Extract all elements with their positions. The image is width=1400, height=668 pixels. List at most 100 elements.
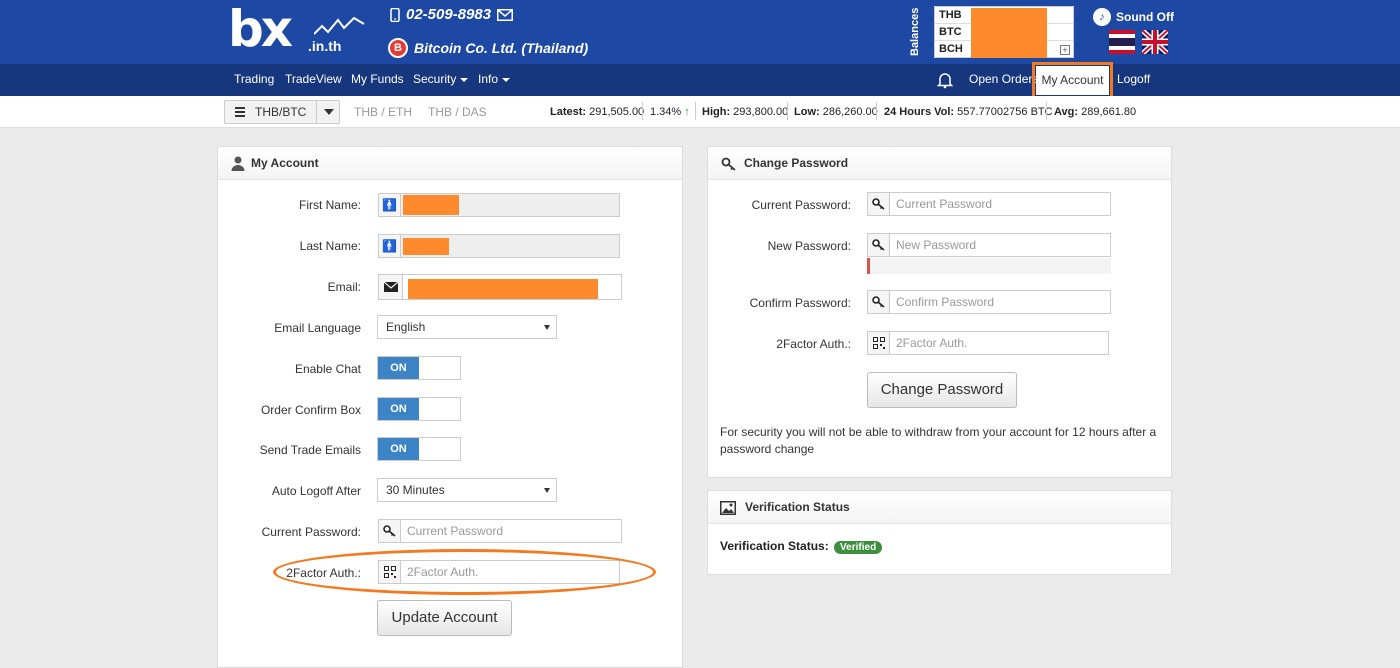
- chevron-down-icon: [502, 77, 511, 82]
- nav-info-label: Info: [478, 72, 499, 86]
- divider: [642, 102, 643, 120]
- pair-selector[interactable]: THB/BTC: [224, 100, 340, 124]
- nav-my-account[interactable]: My Account: [1036, 66, 1109, 95]
- cp-twofactor-label: 2Factor Auth.:: [776, 337, 851, 351]
- cp-new-field[interactable]: New Password: [867, 233, 1111, 257]
- toggle-on-state: ON: [378, 438, 419, 460]
- current-password-field[interactable]: Current Password: [378, 519, 622, 543]
- cp-new-placeholder: New Password: [896, 238, 977, 252]
- enable-chat-toggle[interactable]: ON: [377, 356, 461, 380]
- expand-balances-icon[interactable]: +: [1060, 45, 1070, 55]
- uk-flag-graphic: [1142, 30, 1168, 54]
- main-nav: Trading TradeView My Funds Security Info…: [0, 64, 1400, 96]
- envelope-icon: [379, 275, 403, 299]
- order-confirm-toggle[interactable]: ON: [377, 397, 461, 421]
- first-name-field[interactable]: 🚹: [378, 193, 620, 217]
- mail-icon[interactable]: [497, 8, 514, 21]
- trade-emails-label: Send Trade Emails: [259, 443, 361, 457]
- stat-latest: Latest: 291,505.00: [550, 106, 644, 118]
- cp-twofactor-field[interactable]: 2Factor Auth.: [867, 331, 1109, 355]
- nav-my-funds[interactable]: My Funds: [351, 64, 404, 96]
- stat-latest-value: 291,505.00: [589, 106, 645, 118]
- toggle-on-state: ON: [378, 357, 419, 379]
- redacted-first-name: [403, 195, 459, 215]
- chevron-down-icon[interactable]: [316, 101, 340, 123]
- stat-volume-value: 557.77002756 BTC: [957, 106, 1053, 118]
- bitcoin-icon: B: [388, 38, 408, 58]
- change-password-title: Change Password: [744, 156, 849, 170]
- cp-current-field[interactable]: Current Password: [867, 192, 1111, 216]
- redacted-last-name: [403, 238, 449, 255]
- current-password-label: Current Password:: [261, 525, 361, 539]
- nav-security-label: Security: [413, 72, 457, 86]
- phone-number: 02-509-8983: [406, 6, 492, 23]
- verified-badge: Verified: [834, 541, 883, 554]
- verification-title: Verification Status: [745, 500, 850, 514]
- nav-open-orders[interactable]: Open Orders: [969, 64, 1038, 96]
- phone-contact: 02-509-8983: [390, 6, 514, 23]
- email-label: Email:: [327, 280, 361, 294]
- person-icon: 🚹: [379, 194, 401, 216]
- stat-low-value: 286,260.00: [822, 106, 878, 118]
- stat-avg-value: 289,661.80: [1081, 106, 1137, 118]
- last-name-field[interactable]: 🚹: [378, 234, 620, 258]
- stat-avg-label: Avg:: [1054, 106, 1079, 118]
- email-language-select[interactable]: English: [377, 315, 557, 339]
- divider: [876, 102, 877, 120]
- cp-confirm-field[interactable]: Confirm Password: [867, 290, 1111, 314]
- uk-flag-icon[interactable]: [1142, 30, 1168, 54]
- verification-header: Verification Status: [708, 491, 1171, 524]
- bell-icon[interactable]: [936, 71, 954, 89]
- cp-current-placeholder: Current Password: [896, 197, 993, 211]
- key-icon: [721, 157, 736, 171]
- pair-thb-das[interactable]: THB / DAS: [428, 105, 487, 119]
- cp-new-label: New Password:: [767, 239, 851, 253]
- balances-box[interactable]: THB BTC BCH +: [934, 6, 1074, 58]
- nav-trading[interactable]: Trading: [234, 64, 274, 96]
- email-field[interactable]: [378, 274, 622, 300]
- current-password-placeholder: Current Password: [407, 524, 504, 538]
- image-icon: [720, 501, 736, 515]
- bx-logo[interactable]: bx .in.th: [228, 0, 368, 58]
- enable-chat-label: Enable Chat: [294, 362, 361, 376]
- stat-low-label: Low:: [794, 106, 820, 118]
- stat-change-value: 1.34%: [650, 106, 682, 118]
- verification-panel: Verification Status Verification Status:…: [707, 490, 1172, 575]
- first-name-label: First Name:: [298, 198, 361, 212]
- nav-tradeview[interactable]: TradeView: [285, 64, 342, 96]
- company-text: Bitcoin Co. Ltd. (Thailand): [414, 40, 589, 56]
- pair-thb-eth[interactable]: THB / ETH: [354, 105, 412, 119]
- change-password-button[interactable]: Change Password: [867, 372, 1017, 408]
- toggle-on-state: ON: [378, 398, 419, 420]
- sound-off-icon: ♪: [1093, 8, 1111, 26]
- last-name-label: Last Name:: [299, 239, 361, 253]
- company-name: B Bitcoin Co. Ltd. (Thailand): [388, 38, 588, 58]
- cp-confirm-placeholder: Confirm Password: [896, 295, 995, 309]
- email-language-label: Email Language: [274, 321, 361, 335]
- cp-twofactor-placeholder: 2Factor Auth.: [896, 336, 968, 350]
- ticker-bar: THB/BTC THB / ETH THB / DAS Latest: 291,…: [0, 96, 1400, 128]
- sound-label: Sound Off: [1116, 10, 1174, 24]
- logo-sub: .in.th: [308, 38, 342, 54]
- stat-volume: 24 Hours Vol: 557.77002756 BTC: [884, 106, 1053, 118]
- sound-toggle[interactable]: ♪ Sound Off: [1093, 8, 1174, 26]
- stat-high: High: 293,800.00: [702, 106, 788, 118]
- my-account-header: My Account: [218, 147, 682, 180]
- auto-logoff-select[interactable]: 30 Minutes: [377, 478, 557, 502]
- cp-confirm-label: Confirm Password:: [749, 296, 851, 310]
- key-icon: [379, 520, 401, 542]
- nav-logoff[interactable]: Logoff: [1117, 64, 1150, 96]
- top-header: bx .in.th 02-509-8983 B Bitcoin Co. Ltd.…: [0, 0, 1400, 64]
- nav-info[interactable]: Info: [478, 64, 511, 96]
- order-confirm-label: Order Confirm Box: [260, 403, 361, 417]
- key-icon: [868, 234, 890, 256]
- redacted-email: [408, 279, 598, 299]
- nav-security[interactable]: Security: [413, 64, 469, 96]
- menu-icon: [235, 107, 245, 117]
- stat-high-value: 293,800.00: [733, 106, 789, 118]
- thai-flag-icon[interactable]: [1109, 30, 1135, 54]
- trade-emails-toggle[interactable]: ON: [377, 437, 461, 461]
- balances-label: Balances: [909, 7, 921, 56]
- update-account-button[interactable]: Update Account: [377, 600, 512, 636]
- chevron-down-icon: [460, 77, 469, 82]
